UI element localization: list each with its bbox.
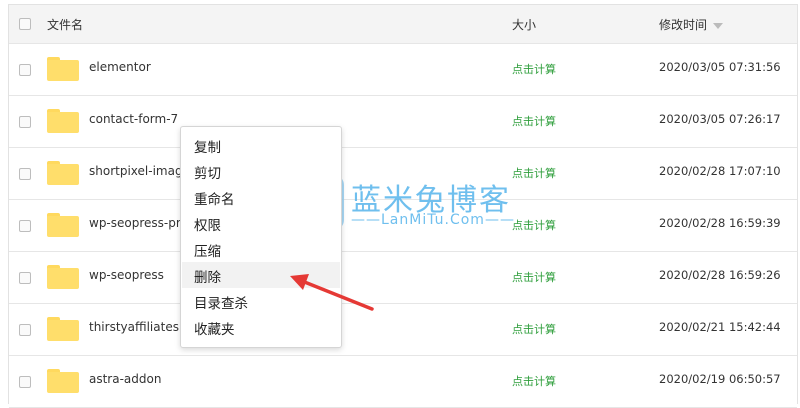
file-name[interactable]: contact-form-7 <box>89 112 178 126</box>
size-calc-link[interactable]: 点击计算 <box>512 321 556 337</box>
column-header-name[interactable]: 文件名 <box>47 16 83 33</box>
file-name[interactable]: wp-seopress-pr <box>89 216 181 230</box>
menu-item-permissions[interactable]: 权限 <box>182 210 340 236</box>
folder-icon <box>47 161 79 185</box>
watermark-subtitle: ——LanMiTu.Com—— <box>351 212 515 228</box>
menu-item-rename[interactable]: 重命名 <box>182 184 340 210</box>
file-name[interactable]: shortpixel-imag <box>89 164 183 178</box>
file-name[interactable]: thirstyaffiliates <box>89 320 179 334</box>
size-calc-link[interactable]: 点击计算 <box>512 269 556 285</box>
row-checkbox[interactable] <box>19 220 31 232</box>
folder-icon <box>47 109 79 133</box>
folder-icon <box>47 369 79 393</box>
select-all-checkbox[interactable] <box>19 18 31 30</box>
size-calc-link[interactable]: 点击计算 <box>512 165 556 181</box>
row-checkbox[interactable] <box>19 168 31 180</box>
row-checkbox[interactable] <box>19 64 31 76</box>
menu-item-delete[interactable]: 删除 <box>182 262 340 288</box>
folder-icon <box>47 57 79 81</box>
modified-time: 2020/03/05 07:31:56 <box>659 60 781 74</box>
column-header-size[interactable]: 大小 <box>512 16 536 33</box>
table-row[interactable]: contact-form-7 点击计算 2020/03/05 07:26:17 <box>9 96 797 148</box>
folder-icon <box>47 317 79 341</box>
table-row[interactable]: astra-addon 点击计算 2020/02/19 06:50:57 <box>9 356 797 408</box>
size-calc-link[interactable]: 点击计算 <box>512 61 556 77</box>
file-name[interactable]: elementor <box>89 60 151 74</box>
modified-time: 2020/02/28 17:07:10 <box>659 164 781 178</box>
table-row[interactable]: thirstyaffiliates 点击计算 2020/02/21 15:42:… <box>9 304 797 356</box>
size-calc-link[interactable]: 点击计算 <box>512 373 556 389</box>
menu-item-scan-directory[interactable]: 目录查杀 <box>182 288 340 314</box>
menu-item-favorites[interactable]: 收藏夹 <box>182 314 340 340</box>
modified-time: 2020/03/05 07:26:17 <box>659 112 781 126</box>
column-header-modified[interactable]: 修改时间 <box>659 16 724 33</box>
size-calc-link[interactable]: 点击计算 <box>512 217 556 233</box>
row-checkbox[interactable] <box>19 116 31 128</box>
file-name[interactable]: wp-seopress <box>89 268 164 282</box>
row-checkbox[interactable] <box>19 272 31 284</box>
sort-desc-icon[interactable] <box>713 22 724 29</box>
context-menu: 复制 剪切 重命名 权限 压缩 删除 目录查杀 收藏夹 <box>180 126 342 348</box>
modified-time: 2020/02/28 16:59:26 <box>659 268 781 282</box>
modified-time: 2020/02/21 15:42:44 <box>659 320 781 334</box>
file-name[interactable]: astra-addon <box>89 372 161 386</box>
size-calc-link[interactable]: 点击计算 <box>512 113 556 129</box>
table-row[interactable]: wp-seopress 点击计算 2020/02/28 16:59:26 <box>9 252 797 304</box>
modified-time: 2020/02/28 16:59:39 <box>659 216 781 230</box>
menu-item-copy[interactable]: 复制 <box>182 132 340 158</box>
menu-item-cut[interactable]: 剪切 <box>182 158 340 184</box>
folder-icon <box>47 213 79 237</box>
row-checkbox[interactable] <box>19 376 31 388</box>
folder-icon <box>47 265 79 289</box>
row-checkbox[interactable] <box>19 324 31 336</box>
table-row[interactable]: elementor 点击计算 2020/03/05 07:31:56 <box>9 44 797 96</box>
modified-time: 2020/02/19 06:50:57 <box>659 372 781 386</box>
menu-item-compress[interactable]: 压缩 <box>182 236 340 262</box>
table-header: 文件名 大小 修改时间 <box>9 5 797 44</box>
